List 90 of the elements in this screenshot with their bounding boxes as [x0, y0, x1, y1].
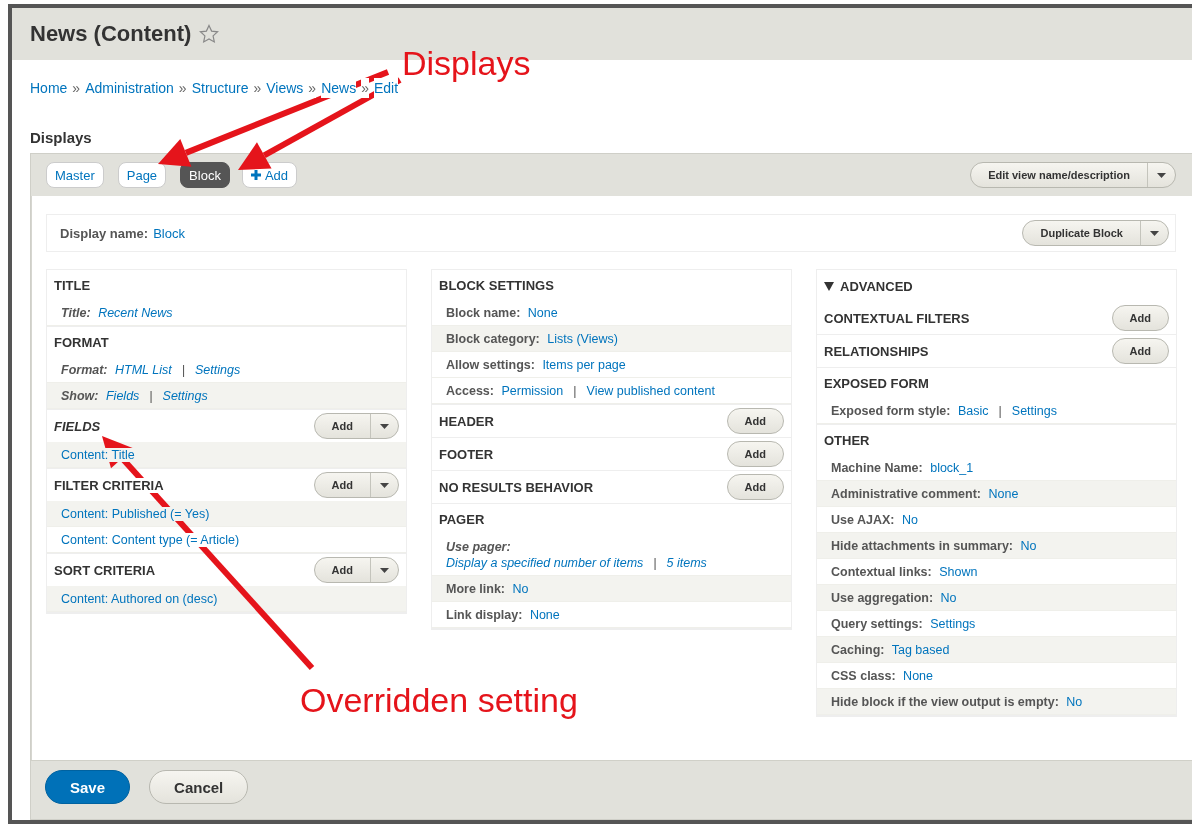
add-button[interactable]: Add — [726, 408, 784, 434]
edit-view-button[interactable]: Edit view name/description — [970, 162, 1176, 188]
setting-link[interactable]: No — [901, 513, 918, 527]
display-tab[interactable]: Block — [180, 162, 230, 188]
setting-link[interactable]: None — [529, 608, 560, 622]
setting-link[interactable]: Content: Published (= Yes) — [61, 507, 210, 521]
link-separator: | — [149, 389, 153, 403]
setting-label: Caching: — [831, 643, 885, 657]
setting-label: Use AJAX: — [831, 513, 895, 527]
save-button[interactable]: Save — [45, 770, 131, 804]
display-name-link[interactable]: Block — [153, 225, 185, 241]
setting-link[interactable]: No — [1066, 695, 1083, 709]
setting-label: Access: — [446, 384, 494, 398]
setting-link[interactable]: None — [903, 669, 933, 683]
setting-label: Exposed form style: — [831, 404, 951, 418]
setting-label: Administrative comment: — [831, 487, 982, 501]
setting-link[interactable]: No — [512, 582, 529, 596]
setting-link[interactable]: Content: Authored on (desc) — [61, 592, 218, 606]
caret-icon — [380, 482, 389, 488]
setting-link[interactable]: 5 items — [666, 556, 707, 570]
breadcrumb-separator: » — [361, 78, 369, 98]
setting-link[interactable]: Recent News — [98, 306, 173, 320]
add-button[interactable]: Add — [313, 472, 399, 498]
setting-link[interactable]: Display a specified number of items — [446, 556, 644, 570]
add-button[interactable]: Add — [726, 474, 784, 500]
section-title: FILTER CRITERIA — [54, 477, 164, 493]
setting-label: Title: — [61, 306, 91, 320]
setting-link[interactable]: No — [1020, 539, 1037, 553]
display-name-label: Display name: — [60, 225, 149, 241]
add-button[interactable]: Add — [313, 557, 399, 583]
caret-icon — [1157, 172, 1166, 178]
advanced-toggle[interactable]: ADVANCED — [817, 270, 1176, 302]
setting-label: Hide attachments in summary: — [831, 539, 1013, 553]
setting-link[interactable]: Lists (Views) — [547, 332, 618, 346]
setting-link[interactable]: block_1 — [930, 461, 974, 475]
section-heading: Displays — [30, 128, 93, 148]
setting-link[interactable]: Shown — [939, 565, 978, 579]
setting-label: Block category: — [446, 332, 540, 346]
caret-icon — [380, 423, 389, 429]
caret-icon — [1150, 230, 1159, 236]
plus-icon — [250, 170, 261, 180]
display-tab[interactable]: Master — [46, 162, 104, 188]
breadcrumb-link[interactable]: Edit — [373, 78, 399, 98]
setting-link[interactable]: Content: Title — [61, 448, 135, 462]
add-button[interactable]: Add — [726, 441, 784, 467]
setting-label: Block name: — [446, 306, 521, 320]
setting-link[interactable]: Content: Content type (= Article) — [61, 533, 240, 547]
setting-label: Show: — [61, 389, 99, 403]
setting-label: Query settings: — [831, 617, 923, 631]
setting-label: Machine Name: — [831, 461, 923, 475]
duplicate-button[interactable]: Duplicate Block — [1022, 220, 1169, 246]
setting-label: Format: — [61, 363, 108, 377]
cancel-button[interactable]: Cancel — [149, 770, 249, 804]
star-icon[interactable] — [199, 24, 220, 44]
breadcrumb-link[interactable]: News — [321, 78, 357, 98]
setting-link[interactable]: Permission — [501, 384, 564, 398]
setting-label: Link display: — [446, 608, 523, 622]
link-separator: | — [181, 363, 185, 377]
setting-link[interactable]: Settings — [930, 617, 976, 631]
setting-link[interactable]: Items per page — [542, 358, 626, 372]
triangle-icon — [824, 281, 834, 291]
caret-icon — [380, 567, 389, 573]
setting-label: More link: — [446, 582, 506, 596]
setting-link[interactable]: View published content — [586, 384, 715, 398]
setting-label: Allow settings: — [446, 358, 535, 372]
display-tab[interactable]: Page — [117, 162, 167, 188]
annotation-label: Displays — [402, 43, 531, 83]
setting-link[interactable]: None — [988, 487, 1019, 501]
setting-link[interactable]: No — [940, 591, 957, 605]
setting-label: CSS class: — [831, 669, 896, 683]
setting-link[interactable]: Settings — [195, 363, 241, 377]
setting-link[interactable]: Settings — [162, 389, 208, 403]
setting-link[interactable]: None — [527, 306, 558, 320]
add-button[interactable]: Add — [1111, 338, 1169, 364]
add-button[interactable]: Add — [313, 413, 399, 439]
setting-link[interactable]: Settings — [1011, 404, 1057, 418]
setting-link[interactable]: Tag based — [891, 643, 950, 657]
annotation-label: Overridden setting — [300, 680, 578, 720]
link-separator: | — [653, 556, 657, 570]
setting-label: Hide block if the view output is empty: — [831, 695, 1059, 709]
setting-label: Use pager: — [446, 540, 511, 554]
setting-label: Use aggregation: — [831, 591, 934, 605]
setting-label: Contextual links: — [831, 565, 932, 579]
link-separator: | — [998, 404, 1002, 418]
add-button[interactable]: Add — [1111, 305, 1169, 331]
setting-link[interactable]: Fields — [106, 389, 140, 403]
page-title: News (Content) — [30, 21, 192, 47]
setting-link[interactable]: HTML List — [115, 363, 172, 377]
setting-link[interactable]: Basic — [957, 404, 989, 418]
link-separator: | — [573, 384, 577, 398]
